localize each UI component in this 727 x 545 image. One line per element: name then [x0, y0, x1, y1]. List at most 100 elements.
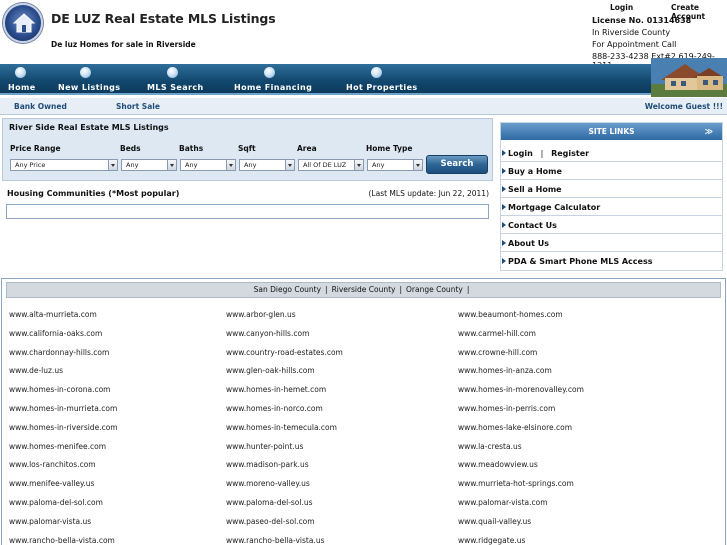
county-orange-link[interactable]: Orange County — [406, 285, 463, 294]
sidebar-item-label: Contact Us — [508, 221, 557, 230]
community-link[interactable]: www.homes-in-murrieta.com — [9, 404, 117, 413]
community-link[interactable]: www.homes-lake-elsinore.com — [458, 423, 572, 432]
community-link[interactable]: www.madison-park.us — [226, 460, 309, 469]
site-subtitle: De luz Homes for sale in Riverside — [51, 40, 196, 49]
sidebar-item-buy-home[interactable]: Buy a Home — [501, 162, 722, 180]
community-link[interactable]: www.homes-menifee.com — [9, 442, 106, 451]
beds-select[interactable]: Any — [121, 159, 177, 171]
nav-new-listings[interactable]: New Listings — [50, 64, 130, 95]
price-range-value: Any Price — [15, 161, 46, 169]
county-separator: | — [399, 285, 403, 294]
community-link[interactable]: www.rancho-bella-vista.com — [9, 536, 115, 545]
community-link[interactable]: www.meadowview.us — [458, 460, 538, 469]
nav-mls-search[interactable]: MLS Search — [140, 64, 210, 95]
arrow-bullet-icon — [502, 204, 506, 210]
mls-search-icon — [167, 67, 178, 78]
community-link[interactable]: www.hunter-point.us — [226, 442, 303, 451]
community-link[interactable]: www.quail-valley.us — [458, 517, 531, 526]
bank-owned-link[interactable]: Bank Owned — [14, 102, 67, 111]
community-link[interactable]: www.paloma-del-sol.com — [9, 498, 103, 507]
community-link[interactable]: www.murrieta-hot-springs.com — [458, 479, 574, 488]
arrow-bullet-icon — [502, 186, 506, 192]
sub-nav: Bank Owned Short Sale Welcome Guest !!! — [0, 98, 727, 115]
community-link[interactable]: www.arbor-glen.us — [226, 310, 296, 319]
community-link[interactable]: www.palomar-vista.com — [458, 498, 548, 507]
chevron-down-icon — [108, 160, 117, 170]
community-link[interactable]: www.chardonnay-hills.com — [9, 348, 109, 357]
community-link[interactable]: www.homes-in-temecula.com — [226, 423, 337, 432]
area-value: All Of DE LUZ — [303, 161, 347, 169]
area-label: Area — [297, 144, 317, 153]
community-link[interactable]: www.menifee-valley.us — [9, 479, 94, 488]
beds-label: Beds — [120, 144, 141, 153]
community-link[interactable]: www.los-ranchitos.com — [9, 460, 96, 469]
nav-hot-properties[interactable]: Hot Properties — [338, 64, 418, 95]
welcome-message: Welcome Guest !!! — [644, 102, 723, 111]
community-link[interactable]: www.la-cresta.us — [458, 442, 522, 451]
sidebar-item-contact-us[interactable]: Contact Us — [501, 216, 722, 234]
community-link[interactable]: www.de-luz.us — [9, 366, 63, 375]
sqft-select[interactable]: Any — [239, 159, 295, 171]
nav-hot-properties-label: Hot Properties — [346, 83, 418, 92]
short-sale-link[interactable]: Short Sale — [116, 102, 160, 111]
community-link[interactable]: www.beaumont-homes.com — [458, 310, 563, 319]
top-login-link[interactable]: Login — [610, 3, 633, 12]
nav-new-listings-label: New Listings — [58, 83, 121, 92]
sidebar-item-mortgage-calculator[interactable]: Mortgage Calculator — [501, 198, 722, 216]
price-range-select[interactable]: Any Price — [10, 159, 118, 171]
baths-value: Any — [185, 161, 198, 169]
nav-home-financing[interactable]: Home Financing — [226, 64, 316, 95]
community-link[interactable]: www.palomar-vista.us — [9, 517, 91, 526]
community-link[interactable]: www.carmel-hill.com — [458, 329, 536, 338]
community-link[interactable]: www.california-oaks.com — [9, 329, 102, 338]
search-button[interactable]: Search — [426, 155, 488, 174]
community-link[interactable]: www.canyon-hills.com — [226, 329, 309, 338]
double-chevron-icon[interactable]: ≫ — [705, 123, 713, 140]
sidebar-item-pda-access[interactable]: PDA & Smart Phone MLS Access — [501, 252, 722, 270]
community-link[interactable]: www.homes-in-corona.com — [9, 385, 111, 394]
community-link[interactable]: www.moreno-valley.us — [226, 479, 310, 488]
nav-home[interactable]: Home — [0, 64, 46, 95]
home-type-label: Home Type — [366, 144, 413, 153]
header: DE LUZ Real Estate MLS Listings De luz H… — [0, 0, 727, 70]
sidebar-login-link[interactable]: Login — [508, 149, 533, 158]
site-logo[interactable] — [3, 3, 43, 43]
community-link[interactable]: www.rancho-bella-vista.us — [226, 536, 325, 545]
community-link[interactable]: www.homes-in-hemet.com — [226, 385, 326, 394]
arrow-bullet-icon — [502, 150, 506, 156]
community-link[interactable]: www.glen-oak-hills.com — [226, 366, 315, 375]
community-link[interactable]: www.homes-in-anza.com — [458, 366, 552, 375]
sidebar-item-sell-home[interactable]: Sell a Home — [501, 180, 722, 198]
sidebar-item-label: About Us — [508, 239, 549, 248]
house-photo — [651, 58, 727, 97]
contact-appointment: For Appointment Call — [592, 40, 677, 49]
community-link[interactable]: www.paseo-del-sol.com — [226, 517, 315, 526]
sqft-value: Any — [244, 161, 257, 169]
sqft-label: Sqft — [238, 144, 256, 153]
community-link[interactable]: www.crowne-hill.com — [458, 348, 537, 357]
county-riverside-link[interactable]: Riverside County — [332, 285, 396, 294]
community-link[interactable]: www.homes-in-perris.com — [458, 404, 555, 413]
site-links-heading: SITE LINKS — [588, 127, 635, 136]
community-link[interactable]: www.homes-in-norco.com — [226, 404, 323, 413]
housing-communities-box — [6, 204, 489, 219]
community-link[interactable]: www.homes-in-riverside.com — [9, 423, 118, 432]
site-links-header[interactable]: SITE LINKS ≫ — [501, 123, 722, 140]
contact-county: In Riverside County — [592, 28, 671, 37]
home-type-select[interactable]: Any — [367, 159, 423, 171]
community-link[interactable]: www.homes-in-morenovalley.com — [458, 385, 584, 394]
community-link[interactable]: www.alta-murrieta.com — [9, 310, 97, 319]
sidebar-register-link[interactable]: Register — [551, 149, 589, 158]
sidebar-item-about-us[interactable]: About Us — [501, 234, 722, 252]
community-link[interactable]: www.country-road-estates.com — [226, 348, 343, 357]
chevron-down-icon — [413, 160, 422, 170]
community-link[interactable]: www.ridgegate.us — [458, 536, 525, 545]
site-links-sidebar: SITE LINKS ≫ Login | Register Buy a Home… — [500, 122, 723, 271]
chevron-down-icon — [226, 160, 235, 170]
house-logo-icon — [13, 13, 35, 33]
baths-label: Baths — [179, 144, 204, 153]
area-select[interactable]: All Of DE LUZ — [298, 159, 364, 171]
community-link[interactable]: www.paloma-del-sol.us — [226, 498, 313, 507]
baths-select[interactable]: Any — [180, 159, 236, 171]
county-san-diego-link[interactable]: San Diego County — [254, 285, 321, 294]
